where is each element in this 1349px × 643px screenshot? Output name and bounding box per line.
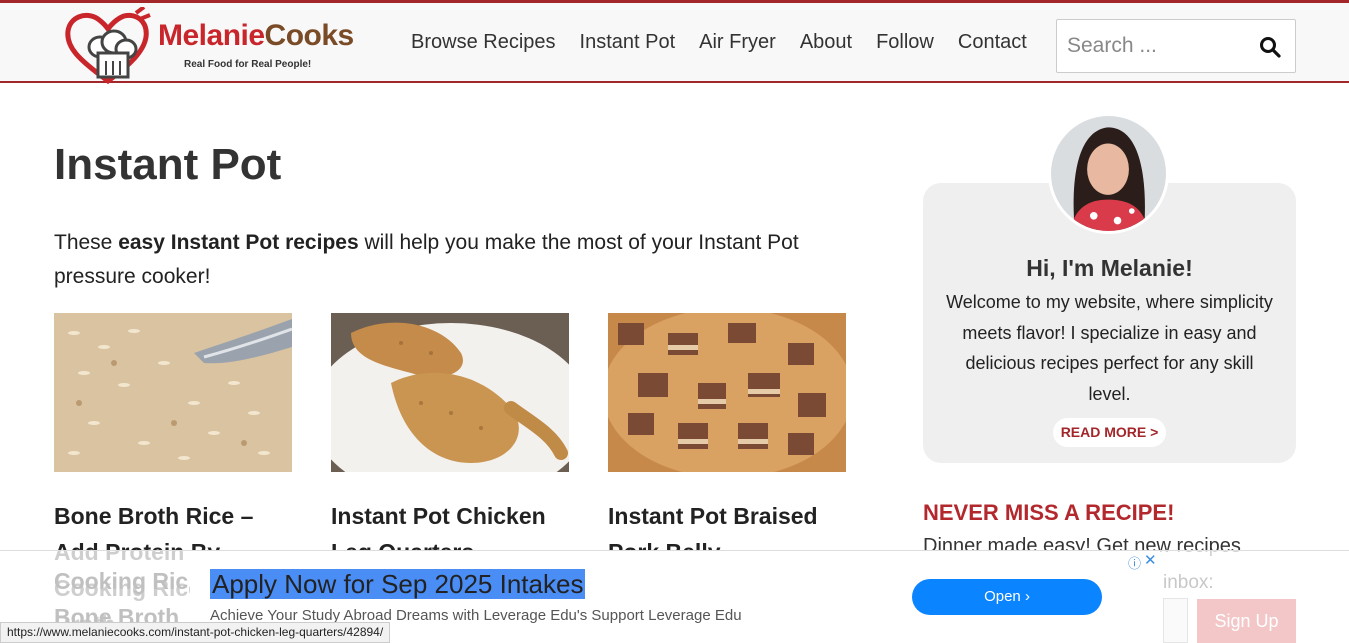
ad-open-label: Open xyxy=(984,588,1021,605)
newsletter-text-overflow: inbox: xyxy=(1163,572,1214,593)
nav-air-fryer[interactable]: Air Fryer xyxy=(699,31,776,54)
main-content: Instant Pot These easy Instant Pot recip… xyxy=(54,140,854,294)
nav-about[interactable]: About xyxy=(800,31,852,54)
ad-close-icon[interactable]: ✕ xyxy=(1144,551,1157,569)
search-box xyxy=(1056,19,1296,73)
author-welcome-text: Welcome to my website, where simplicity … xyxy=(946,292,1273,404)
recipe-thumbnail-pork-belly[interactable] xyxy=(608,313,846,472)
intro-paragraph: These easy Instant Pot recipes will help… xyxy=(54,226,854,294)
main-nav: Browse Recipes Instant Pot Air Fryer Abo… xyxy=(411,31,1051,54)
newsletter-title: NEVER MISS A RECIPE! xyxy=(923,500,1175,525)
author-greeting: Hi, I'm Melanie! xyxy=(1026,255,1193,281)
recipe-card[interactable]: Instant Pot Chicken Leg Quarters xyxy=(331,313,569,570)
newsletter-email-input[interactable] xyxy=(1163,598,1188,643)
search-input[interactable] xyxy=(1067,32,1247,60)
ad-open-button[interactable]: Open › xyxy=(912,579,1102,615)
logo-name-part2: Cooks xyxy=(264,19,355,52)
recipe-thumbnail-rice[interactable] xyxy=(54,313,292,472)
recipe-card[interactable]: Instant Pot Braised Pork Belly xyxy=(608,313,846,570)
logo-wordmark: MelanieCooks xyxy=(158,19,354,53)
chef-hat-heart-icon xyxy=(65,7,151,85)
nav-follow[interactable]: Follow xyxy=(876,31,934,54)
intro-pre: These xyxy=(54,231,119,254)
ad-info-icon[interactable]: ⓘ xyxy=(1128,553,1141,572)
read-more-button[interactable]: READ MORE > xyxy=(1053,418,1166,447)
page-title: Instant Pot xyxy=(54,140,282,189)
site-logo[interactable]: MelanieCooks Real Food for Real People! xyxy=(64,7,354,85)
ad-title[interactable]: Apply Now for Sep 2025 Intakes xyxy=(210,569,586,599)
signup-button[interactable]: Sign Up xyxy=(1197,599,1296,643)
recipe-thumbnail-chicken[interactable] xyxy=(331,313,569,472)
nav-instant-pot[interactable]: Instant Pot xyxy=(580,31,676,54)
logo-name-part1: Melanie xyxy=(158,19,265,52)
avatar xyxy=(1048,113,1169,234)
intro-link-easy-instant-pot-recipes[interactable]: easy Instant Pot recipes xyxy=(118,231,358,254)
logo-tagline: Real Food for Real People! xyxy=(184,59,312,70)
chevron-right-icon: › xyxy=(1024,588,1030,605)
site-header: MelanieCooks Real Food for Real People! … xyxy=(0,3,1349,85)
browser-status-url: https://www.melaniecooks.com/instant-pot… xyxy=(0,622,391,643)
recipe-card-title-overflow: Cooking Ric xyxy=(54,568,189,594)
search-icon[interactable] xyxy=(1259,36,1281,58)
nav-contact[interactable]: Contact xyxy=(958,31,1027,54)
nav-browse-recipes[interactable]: Browse Recipes xyxy=(411,31,556,54)
